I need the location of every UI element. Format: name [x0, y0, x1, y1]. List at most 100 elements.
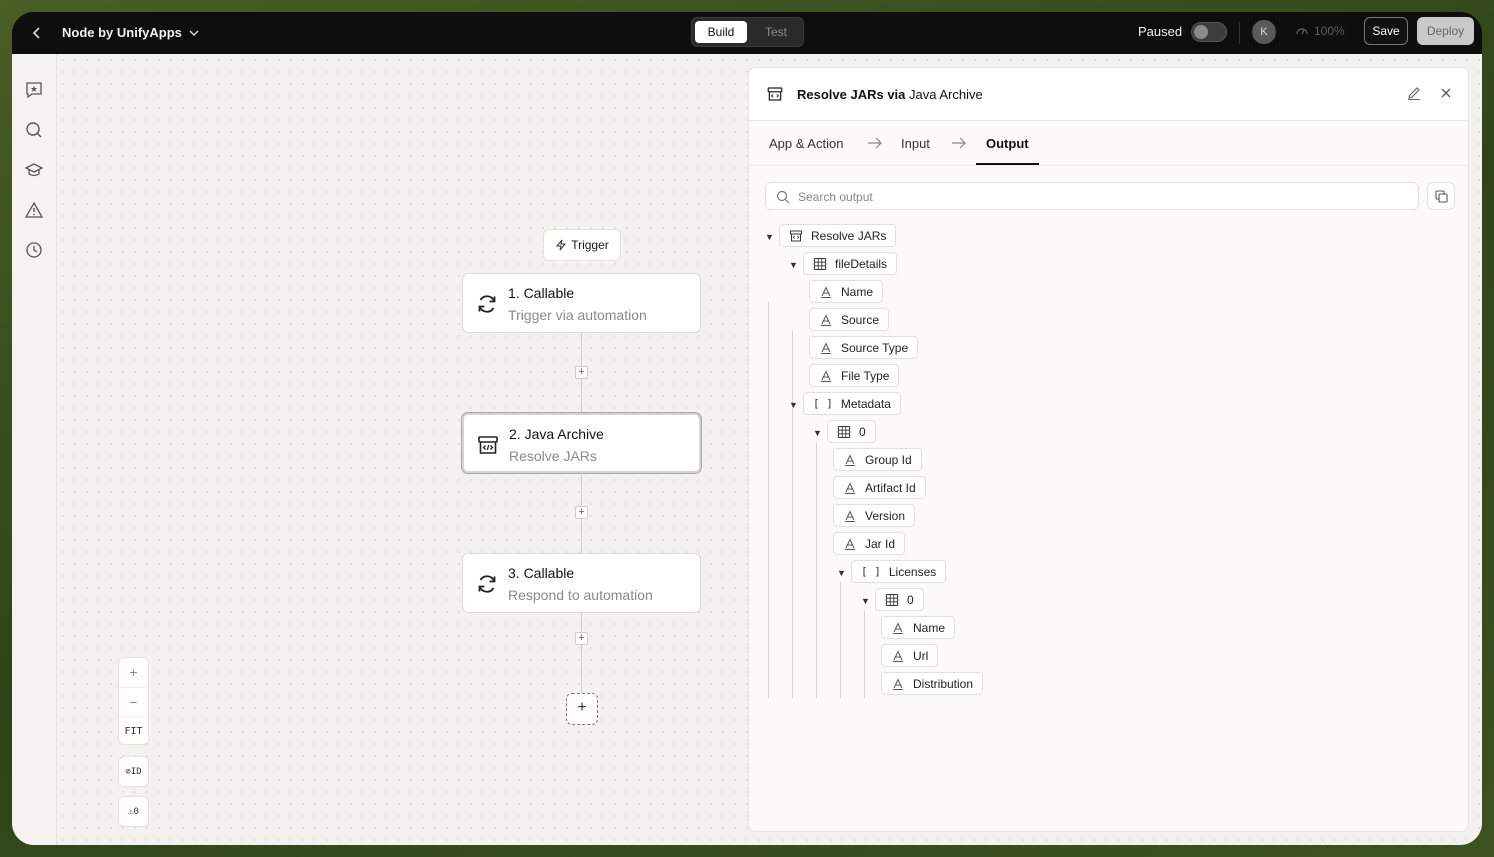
panel-title-action: Resolve JARs via: [797, 87, 906, 102]
lightning-icon: [556, 239, 567, 251]
collapse-caret[interactable]: ▼: [837, 568, 847, 578]
add-step-button[interactable]: +: [575, 632, 588, 645]
text-type-icon: [845, 537, 855, 550]
arrow-right-icon: [952, 137, 966, 149]
tree-guide-line: [840, 582, 841, 698]
node-subtitle: Trigger via automation: [508, 307, 647, 323]
tree-node-object[interactable]: 0: [827, 420, 876, 443]
warning-icon[interactable]: [24, 200, 44, 220]
id-toggle-button[interactable]: ⊘ID: [118, 756, 149, 787]
tree-field-string[interactable]: Distribution: [881, 672, 984, 695]
active-tab-indicator: [976, 163, 1039, 165]
warnings-button[interactable]: ⚠0: [118, 796, 149, 827]
toggle-knob: [1194, 25, 1208, 39]
collapse-caret[interactable]: ▼: [789, 260, 799, 270]
tree-field-string[interactable]: Version: [833, 504, 916, 527]
tree-field-label: Url: [913, 648, 929, 663]
ai-chat-icon[interactable]: [24, 80, 44, 100]
text-type-icon: [845, 509, 855, 522]
top-bar: Node by UnifyApps Build Test Paused K 10…: [12, 12, 1482, 54]
trigger-chip[interactable]: Trigger: [543, 229, 621, 261]
tree-field-string[interactable]: Source: [809, 308, 890, 331]
workflow-node-java-archive[interactable]: 2. Java Archive Resolve JARs: [462, 413, 701, 473]
tree-field-label: Source: [841, 312, 880, 327]
close-icon[interactable]: [1439, 86, 1453, 100]
tree-field-string[interactable]: Url: [881, 644, 939, 667]
avatar[interactable]: K: [1252, 20, 1276, 44]
tree-field-string[interactable]: Artifact Id: [833, 476, 926, 499]
tree-node-label: Licenses: [888, 564, 937, 579]
fit-view-button[interactable]: FIT: [119, 716, 148, 745]
tree-field-label: Jar Id: [865, 536, 896, 551]
copy-icon: [1435, 190, 1448, 203]
collapse-caret[interactable]: ▼: [861, 596, 871, 606]
text-type-icon: [893, 621, 903, 634]
zoom-out-button[interactable]: −: [119, 687, 148, 716]
left-rail: [12, 54, 57, 845]
tree-node-object[interactable]: 0: [875, 588, 924, 611]
learn-icon[interactable]: [24, 160, 44, 180]
tab-input[interactable]: Input: [901, 136, 930, 151]
add-node-button[interactable]: +: [566, 693, 598, 725]
text-type-icon: [821, 341, 831, 354]
tree-node-array[interactable]: [ ] Licenses: [851, 560, 947, 583]
sync-icon: [478, 295, 496, 313]
workspace: Trigger 1. Callable Trigger via automati…: [12, 54, 1482, 845]
gauge-icon: [1296, 28, 1308, 35]
archive-code-icon: [790, 230, 802, 241]
tree-field-label: File Type: [841, 368, 890, 383]
connector-line: [581, 613, 582, 693]
tree-field-string[interactable]: Source Type: [809, 336, 919, 359]
history-icon[interactable]: [24, 240, 44, 260]
tree-node-array[interactable]: [ ] Metadata: [803, 392, 901, 415]
id-toggle-label: ID: [130, 767, 142, 777]
tree-guide-line: [864, 610, 865, 698]
search-icon[interactable]: [24, 120, 44, 140]
copy-button[interactable]: [1427, 182, 1455, 210]
tab-output[interactable]: Output: [986, 136, 1029, 151]
text-type-icon: [821, 313, 831, 326]
panel-title-app: Java Archive: [909, 87, 983, 102]
save-button[interactable]: Save: [1364, 17, 1408, 45]
tree-field-string[interactable]: Name: [881, 616, 956, 639]
tree-field-string[interactable]: File Type: [809, 364, 900, 387]
back-chevron-icon[interactable]: [28, 24, 46, 42]
tab-app-action[interactable]: App & Action: [769, 136, 843, 151]
tree-node-label: Metadata: [840, 396, 891, 411]
app-name-label: Node by UnifyApps: [62, 25, 182, 40]
tree-node-root[interactable]: Resolve JARs: [779, 224, 897, 247]
zoom-in-button[interactable]: +: [119, 658, 148, 687]
search-output-box: [765, 182, 1419, 210]
chevron-down-icon: [189, 30, 199, 36]
tree-node-object[interactable]: fileDetails: [803, 252, 898, 275]
tree-field-label: Artifact Id: [865, 480, 916, 495]
collapse-caret[interactable]: ▼: [813, 428, 823, 438]
table-icon: [814, 257, 826, 270]
add-step-button[interactable]: +: [575, 366, 588, 379]
zoom-controls: + − FIT: [118, 657, 149, 745]
archive-code-icon: [767, 87, 783, 101]
tree-field-label: Name: [913, 620, 946, 635]
arrow-right-icon: [868, 137, 882, 149]
paused-toggle[interactable]: [1191, 22, 1227, 42]
workflow-node-callable-trigger[interactable]: 1. Callable Trigger via automation: [462, 273, 701, 333]
tree-node-label: fileDetails: [835, 256, 888, 271]
build-mode-button[interactable]: Build: [695, 21, 747, 43]
tree-field-label: Distribution: [913, 676, 974, 691]
collapse-caret[interactable]: ▼: [765, 232, 775, 242]
workflow-node-callable-respond[interactable]: 3. Callable Respond to automation: [462, 553, 701, 613]
collapse-caret[interactable]: ▼: [789, 400, 799, 410]
panel-tabs: App & Action Input Output: [749, 121, 1468, 166]
tree-field-string[interactable]: Name: [809, 280, 884, 303]
edit-pencil-icon[interactable]: [1406, 85, 1422, 101]
add-step-button[interactable]: +: [575, 506, 588, 519]
search-output-input[interactable]: [798, 187, 1398, 207]
tree-field-string[interactable]: Jar Id: [833, 532, 906, 555]
app-name-dropdown[interactable]: Node by UnifyApps: [62, 25, 200, 40]
text-type-icon: [893, 649, 903, 662]
test-mode-button[interactable]: Test: [752, 21, 800, 43]
tree-field-string[interactable]: Group Id: [833, 448, 922, 471]
sync-icon: [478, 575, 496, 593]
deploy-button[interactable]: Deploy: [1417, 17, 1474, 45]
text-type-icon: [845, 481, 855, 494]
